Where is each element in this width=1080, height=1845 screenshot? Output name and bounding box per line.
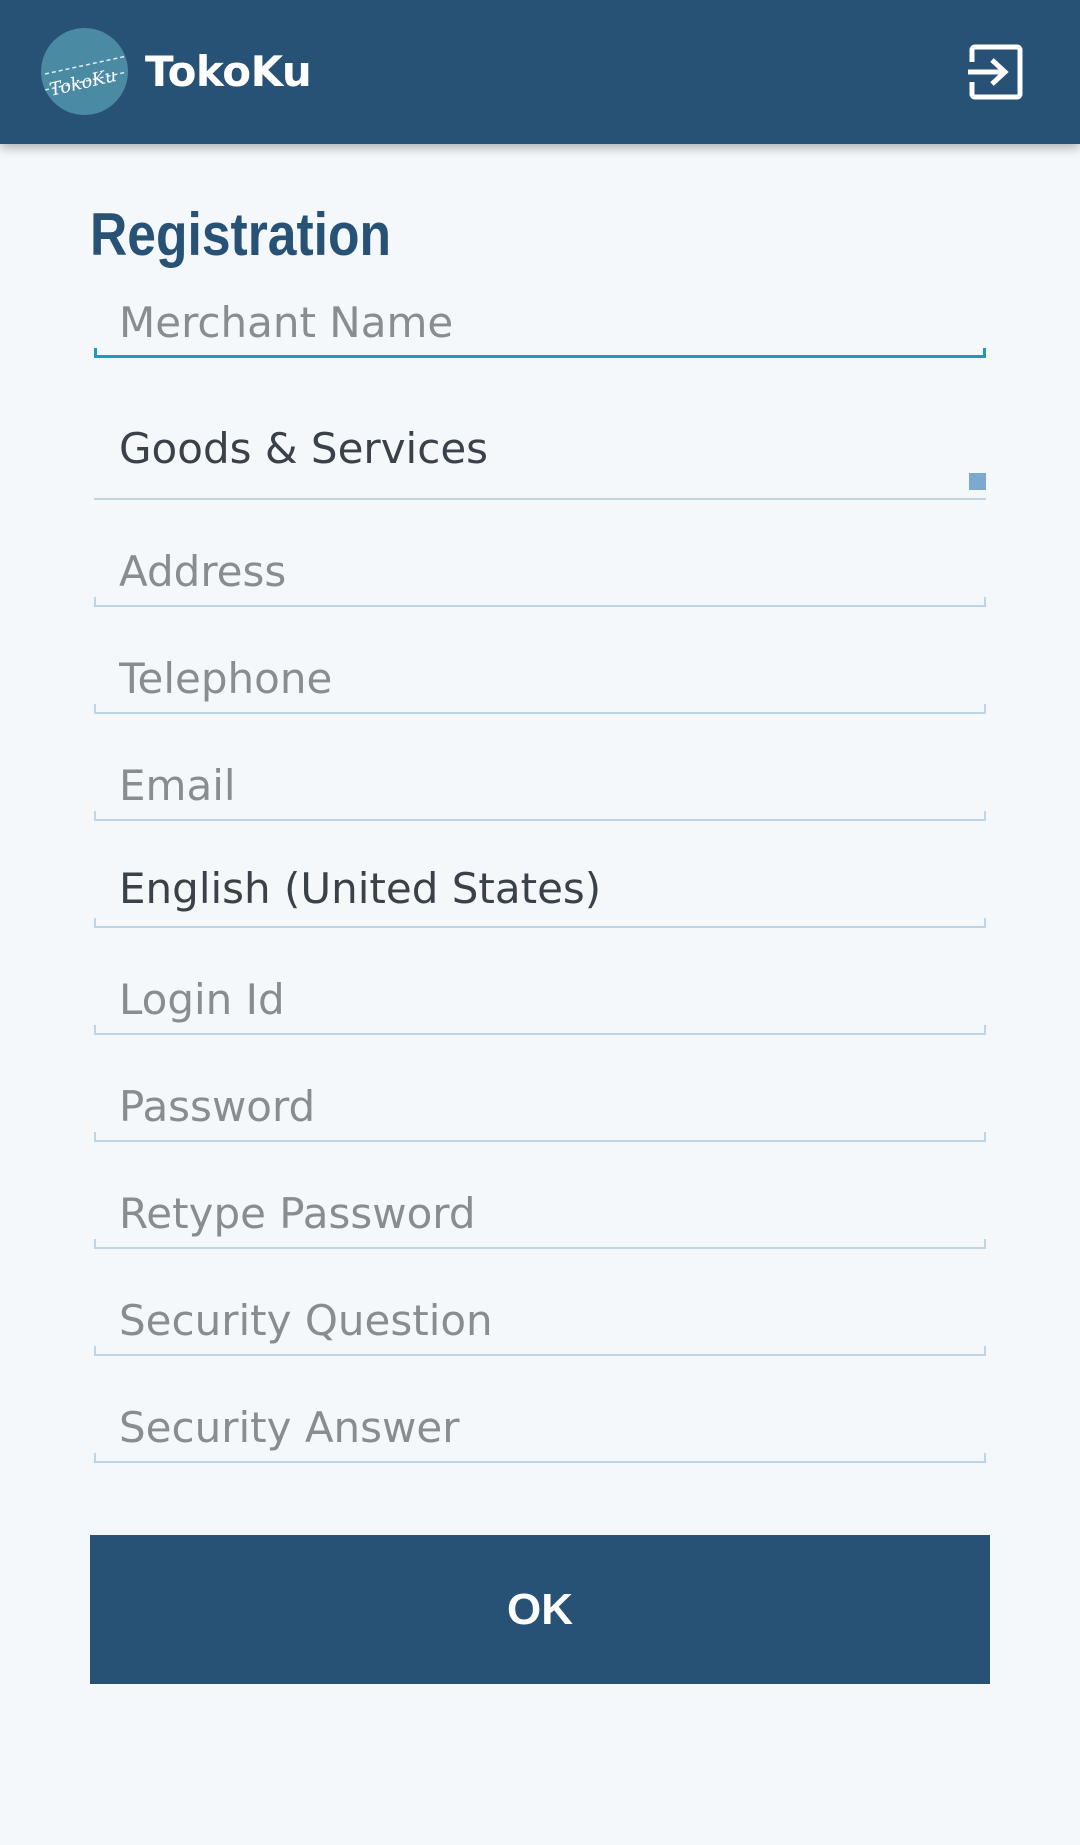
dropdown-arrow-icon — [969, 473, 986, 490]
retype-password-input[interactable] — [94, 1177, 986, 1249]
login-id-field[interactable] — [94, 963, 986, 1035]
email-field[interactable] — [94, 749, 986, 821]
language-underline — [94, 918, 986, 928]
ok-button[interactable]: OK — [90, 1535, 990, 1684]
password-underline — [94, 1132, 986, 1142]
telephone-input[interactable] — [94, 642, 986, 714]
logo-mark: TokoKu — [44, 55, 128, 101]
category-select[interactable]: Goods & Services — [94, 400, 986, 500]
category-underline — [94, 498, 986, 500]
password-input[interactable] — [94, 1070, 986, 1142]
address-underline — [94, 597, 986, 607]
language-select[interactable]: English (United States) — [94, 856, 986, 928]
telephone-underline — [94, 704, 986, 714]
security-question-input[interactable] — [94, 1284, 986, 1356]
email-input[interactable] — [94, 749, 986, 821]
logout-icon — [968, 44, 1023, 100]
page-title: Registration — [90, 201, 392, 268]
security-question-underline — [94, 1346, 986, 1356]
security-question-field[interactable] — [94, 1284, 986, 1356]
login-id-underline — [94, 1025, 986, 1035]
security-answer-underline — [94, 1453, 986, 1463]
registration-form: Registration Goods & Services English (U… — [0, 144, 1080, 1845]
address-field[interactable] — [94, 535, 986, 607]
app-title: TokoKu — [145, 47, 312, 96]
merchant-name-field[interactable] — [94, 286, 986, 358]
retype-password-underline — [94, 1239, 986, 1249]
category-value: Goods & Services — [119, 424, 489, 473]
password-field[interactable] — [94, 1070, 986, 1142]
language-value: English (United States) — [119, 864, 602, 913]
merchant-name-input[interactable] — [94, 286, 986, 358]
address-input[interactable] — [94, 535, 986, 607]
logo-text: TokoKu — [48, 65, 119, 101]
email-underline — [94, 811, 986, 821]
login-id-input[interactable] — [94, 963, 986, 1035]
merchant-name-underline — [94, 348, 986, 358]
security-answer-field[interactable] — [94, 1391, 986, 1463]
telephone-field[interactable] — [94, 642, 986, 714]
security-answer-input[interactable] — [94, 1391, 986, 1463]
retype-password-field[interactable] — [94, 1177, 986, 1249]
app-logo: TokoKu — [41, 28, 128, 115]
logout-button[interactable] — [960, 36, 1032, 108]
app-bar: TokoKu TokoKu — [0, 0, 1080, 144]
